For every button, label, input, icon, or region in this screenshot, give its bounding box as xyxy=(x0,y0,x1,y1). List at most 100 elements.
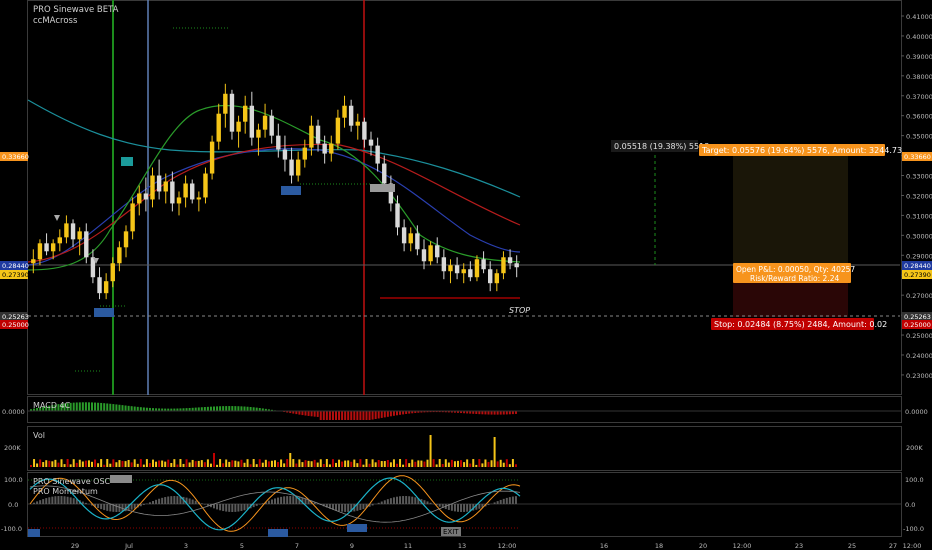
volume-bar xyxy=(438,459,441,467)
candle-body xyxy=(329,143,334,154)
volume-bar xyxy=(505,459,508,467)
momentum-bar xyxy=(48,497,51,504)
volume-bar xyxy=(472,459,475,467)
volume-bar xyxy=(225,459,228,467)
momentum-bar xyxy=(69,497,72,504)
volume-bar xyxy=(304,460,307,467)
indicator-subtitle: ccMAcross xyxy=(33,16,78,26)
momentum-bar xyxy=(487,504,490,506)
volume-bar xyxy=(277,461,280,467)
candle-body xyxy=(64,223,69,238)
target-zone[interactable] xyxy=(733,155,848,265)
volume-bar xyxy=(206,459,209,467)
macd-bar xyxy=(338,411,341,420)
macd-bar xyxy=(97,402,100,411)
price-tick-label: 0.36000 xyxy=(906,113,932,121)
time-tick-label: 16 xyxy=(600,542,608,550)
momentum-bar xyxy=(511,496,514,504)
macd-bar xyxy=(115,404,118,411)
candle-body xyxy=(282,149,288,160)
candle-body xyxy=(269,115,274,136)
volume-bar xyxy=(124,461,127,467)
volume-bar xyxy=(423,461,426,467)
svg-text:0.25000: 0.25000 xyxy=(2,321,29,329)
volume-bar xyxy=(347,460,350,467)
volume-bar xyxy=(341,461,344,467)
candle-body xyxy=(31,259,36,264)
macd-bar xyxy=(228,406,231,411)
time-tick-label: 18 xyxy=(655,542,663,550)
macd-bar xyxy=(203,407,206,411)
momentum-bar xyxy=(51,496,54,504)
macd-bar xyxy=(353,411,356,420)
target-label[interactable]: Target: 0.05576 (19.64%) 5576, Amount: 3… xyxy=(701,146,902,155)
macd-bar xyxy=(487,411,490,415)
stop-label[interactable]: Stop: 0.02484 (8.75%) 2484, Amount: 0.02 xyxy=(714,320,887,329)
macd-bar xyxy=(142,407,145,411)
position-pnl-label[interactable]: Open P&L: 0.00050, Qty: 40257 xyxy=(736,265,855,274)
volume-bar xyxy=(380,461,383,467)
macd-bar xyxy=(396,411,398,416)
volume-bar xyxy=(289,453,292,467)
macd-bar xyxy=(106,403,109,411)
volume-bar xyxy=(170,463,173,467)
candle-body xyxy=(70,223,76,240)
momentum-bar xyxy=(84,502,87,504)
volume-bar xyxy=(158,460,161,467)
price-tick-label: 0.23000 xyxy=(906,372,932,380)
macd-bar xyxy=(133,406,136,411)
macd-bar xyxy=(112,404,115,411)
momentum-bar xyxy=(280,496,283,504)
momentum-bar xyxy=(505,497,508,504)
momentum-bar xyxy=(142,504,145,505)
candle-body xyxy=(143,193,149,200)
macd-bar xyxy=(72,402,75,411)
candle-body xyxy=(163,181,168,192)
macd-bar xyxy=(350,411,353,420)
macd-bar xyxy=(310,411,313,417)
momentum-bar xyxy=(191,499,194,504)
volume-bar xyxy=(408,463,411,467)
candle-body xyxy=(256,129,261,138)
momentum-bar xyxy=(411,496,414,504)
volume-bar xyxy=(87,460,90,467)
momentum-bar xyxy=(383,500,386,504)
volume-bar xyxy=(188,462,191,467)
momentum-bar xyxy=(100,504,103,510)
candle-body xyxy=(223,93,228,114)
volume-bar xyxy=(72,459,75,467)
candle-body xyxy=(315,125,321,144)
macd-bar xyxy=(496,411,499,415)
volume-bar xyxy=(94,459,97,467)
osc-tick-0-right: 0.0 xyxy=(905,501,915,509)
candle-body xyxy=(474,259,480,278)
volume-bar xyxy=(264,459,267,467)
volume-bar xyxy=(136,463,139,467)
price-tick-label: 0.38000 xyxy=(906,73,932,81)
momentum-bar xyxy=(277,497,280,504)
price-tick-label: 0.41000 xyxy=(906,13,932,21)
momentum-bar xyxy=(286,496,289,504)
volume-bar xyxy=(258,459,261,467)
momentum-bar xyxy=(267,500,270,504)
volume-bar xyxy=(405,459,408,467)
momentum-bar xyxy=(359,504,362,511)
momentum-bar xyxy=(450,504,453,511)
position-rr-label[interactable]: Risk/Reward Ratio: 2.24 xyxy=(750,274,839,283)
osc-title: PRO Sinewave OSC xyxy=(33,477,111,486)
macd-bar xyxy=(362,411,365,420)
volume-bar xyxy=(450,459,453,467)
volume-bar xyxy=(261,462,264,467)
candle-body xyxy=(501,257,506,274)
momentum-bar xyxy=(438,504,441,507)
macd-bar xyxy=(209,406,212,411)
price-tick-label: 0.32000 xyxy=(906,192,932,200)
svg-text:0.25263: 0.25263 xyxy=(2,313,29,321)
momentum-bar xyxy=(289,496,292,504)
trading-chart[interactable]: PRO Sinewave BETA ccMAcross 0.05518 (19.… xyxy=(0,0,932,550)
candle-body xyxy=(415,233,420,250)
time-tick-label: 9 xyxy=(350,542,354,550)
volume-bar xyxy=(389,462,392,467)
volume-bar xyxy=(359,459,362,467)
volume-bar xyxy=(511,459,514,467)
